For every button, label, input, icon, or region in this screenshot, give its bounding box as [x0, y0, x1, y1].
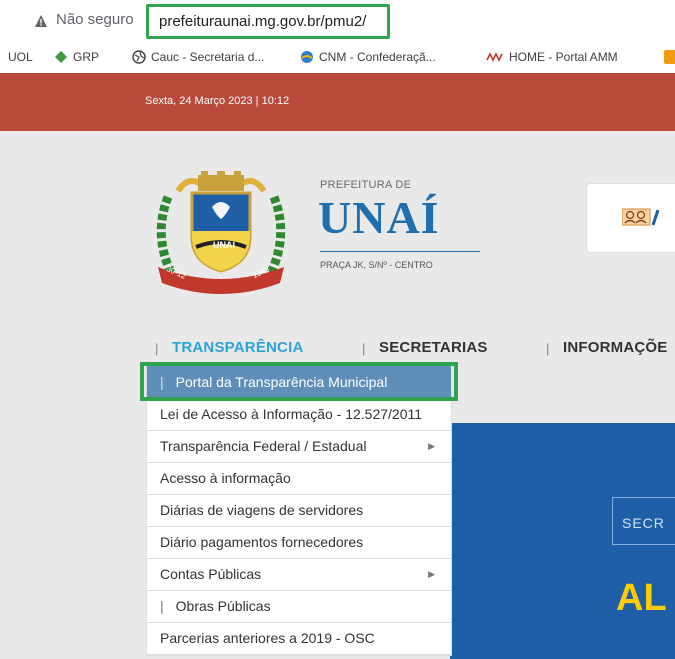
menu-item-acesso-informacao[interactable]: Acesso à informação	[147, 463, 451, 495]
menu-item-diario-pagamentos[interactable]: Diário pagamentos fornecedores	[147, 527, 451, 559]
submenu-arrow-icon: ▶	[428, 441, 435, 451]
menu-item-obras-publicas[interactable]: | Obras Públicas	[147, 591, 451, 623]
globe-icon	[132, 50, 146, 64]
menu-item-parcerias-osc[interactable]: Parcerias anteriores a 2019 - OSC	[147, 623, 451, 655]
current-date: Sexta, 24 Março 2023 | 10:12	[145, 95, 290, 107]
prefeitura-label: PREFEITURA DE	[320, 179, 412, 191]
bookmark-amm[interactable]: HOME - Portal AMM	[486, 50, 618, 64]
city-crest-logo[interactable]	[146, 167, 296, 297]
bookmark-orange[interactable]	[664, 50, 675, 64]
bookmark-cnm[interactable]: CNM - Confederaçã...	[300, 50, 436, 64]
url-input[interactable]: prefeituraunai.mg.gov.br/pmu2/	[159, 13, 366, 30]
crest-city-text: UNAI	[213, 240, 235, 250]
menu-item-contas-publicas[interactable]: Contas Públicas ▶	[147, 559, 451, 591]
orange-bookmark-icon	[664, 50, 675, 64]
not-secure-label[interactable]: Não seguro	[56, 11, 134, 28]
bookmark-cauc[interactable]: Cauc - Secretaria d...	[132, 50, 264, 64]
menu-item-diarias-viagens[interactable]: Diárias de viagens de servidores	[147, 495, 451, 527]
nav-separator: |	[155, 341, 159, 356]
menu-item-lei-acesso[interactable]: Lei de Acesso à Informação - 12.527/2011	[147, 399, 451, 431]
amm-logo-icon	[486, 52, 503, 62]
address-text: PRAÇA JK, S/Nº - CENTRO	[320, 260, 433, 270]
nav-item-secretarias[interactable]: SECRETARIAS	[379, 339, 488, 356]
green-diamond-icon	[55, 51, 67, 63]
nav-separator: |	[362, 341, 366, 356]
cnm-logo-icon	[301, 51, 313, 63]
nav-separator: |	[546, 341, 550, 356]
url-highlight-box[interactable]: prefeituraunai.mg.gov.br/pmu2/	[146, 4, 390, 39]
nav-item-transparencia[interactable]: TRANSPARÊNCIA	[172, 339, 304, 356]
hero-banner[interactable]: SECR AL	[450, 423, 675, 659]
address-bar: Não seguro prefeituraunai.mg.gov.br/pmu2…	[0, 0, 675, 43]
banner-secr-text: SECR	[622, 515, 665, 531]
bookmarks-bar: UOL GRP Cauc - Secretaria d... CNM - Con…	[0, 43, 675, 73]
menu-highlight-box	[140, 362, 458, 401]
bookmark-grp[interactable]: GRP	[54, 50, 99, 64]
nav-item-informacoes[interactable]: INFORMAÇÕE	[563, 339, 668, 356]
warning-icon[interactable]	[34, 14, 48, 28]
menu-item-transparencia-federal[interactable]: Transparência Federal / Estadual ▶	[147, 431, 451, 463]
menu-pipe: |	[160, 598, 164, 614]
divider	[320, 251, 480, 252]
site-top-bar: Sexta, 24 Março 2023 | 10:12	[0, 73, 675, 131]
submenu-arrow-icon: ▶	[428, 569, 435, 579]
city-name[interactable]: UNAÍ	[318, 191, 440, 244]
banner-title: AL	[616, 577, 667, 619]
users-icon[interactable]	[622, 208, 662, 226]
bookmark-uol[interactable]: UOL	[8, 50, 33, 64]
transparencia-dropdown: | Portal da Transparência Municipal Lei d…	[146, 364, 452, 656]
